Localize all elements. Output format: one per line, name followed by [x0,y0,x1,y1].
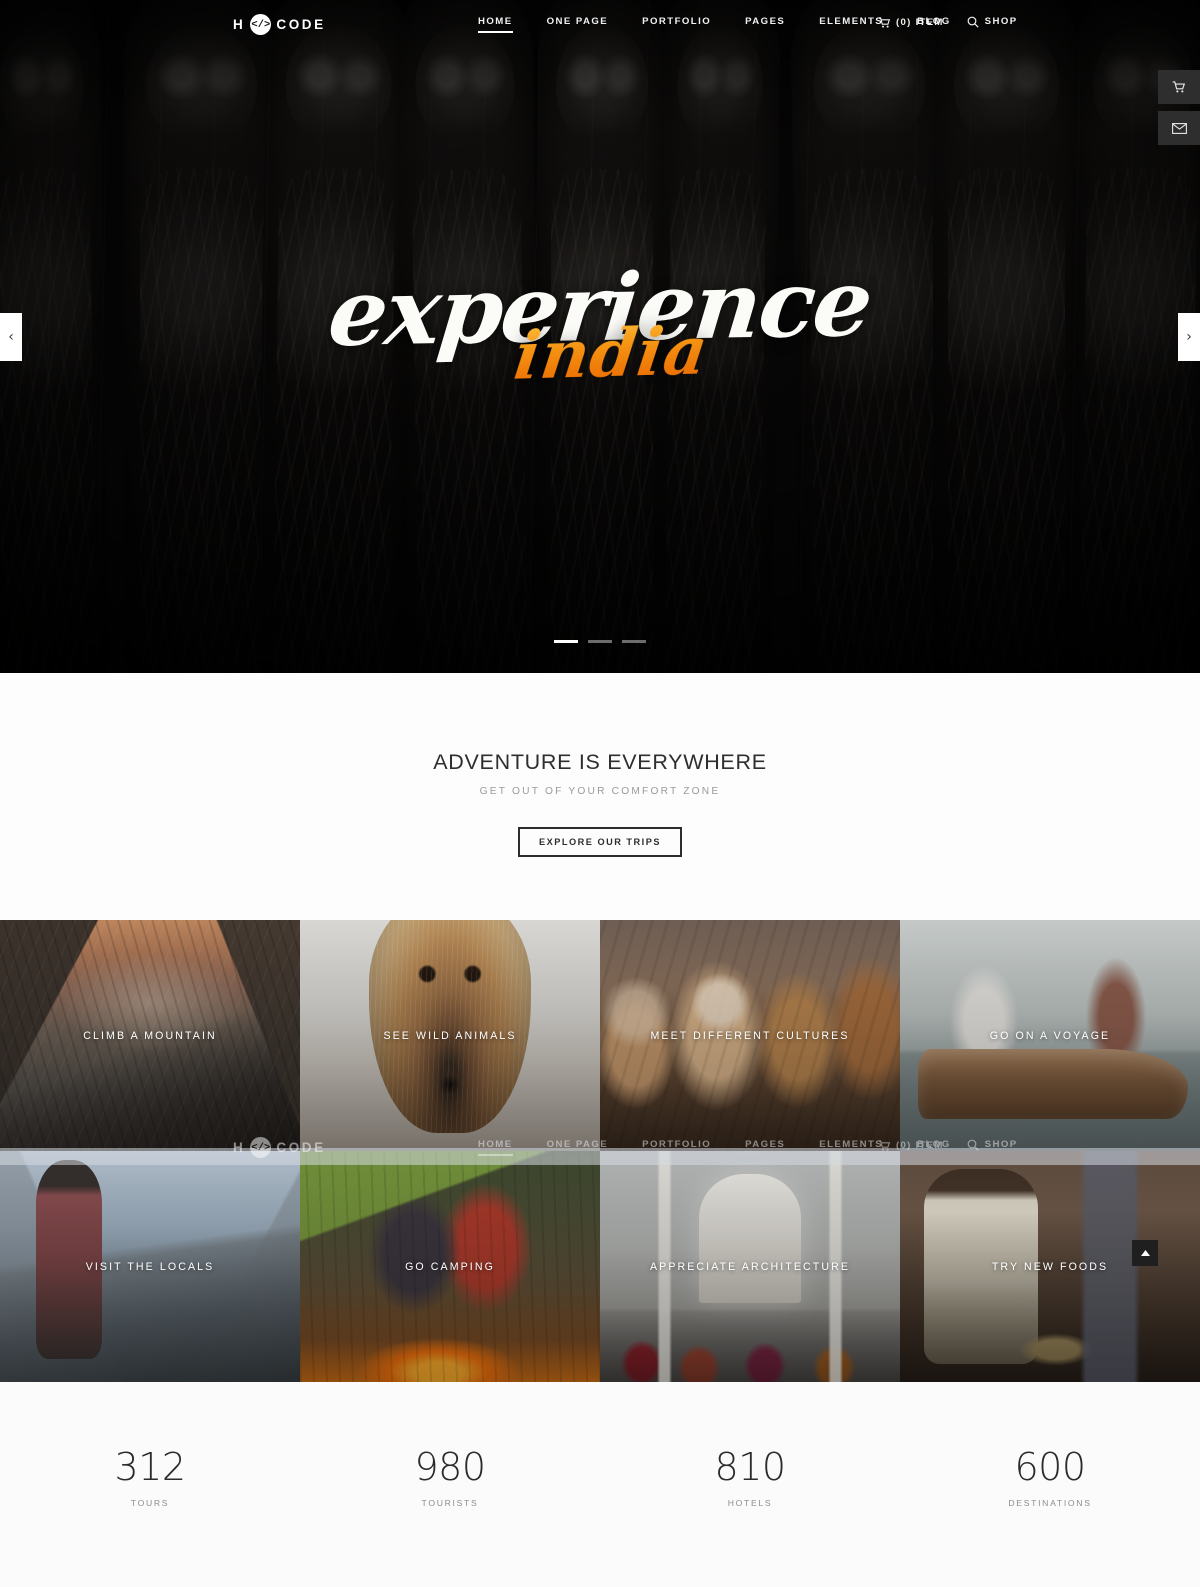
stat-tourists: 980 TOURISTS [300,1448,600,1508]
stat-label: HOTELS [727,1498,773,1508]
tile-appreciate-architecture[interactable]: APPRECIATE ARCHITECTURE [600,1151,900,1382]
nav-item-portfolio[interactable]: PORTFOLIO [642,16,711,33]
search-icon[interactable] [967,16,979,28]
logo-code-icon: </> [250,14,272,35]
carousel-next-arrow[interactable]: › [1178,313,1200,361]
floating-side-buttons [1158,70,1200,145]
tile-caption: GO CAMPING [405,1260,495,1273]
tile-caption: MEET DIFFERENT CULTURES [650,1029,850,1042]
stat-value: 312 [114,1445,186,1489]
nav-item-elements[interactable]: ELEMENTS [819,16,883,33]
carousel-dot-1[interactable] [554,640,578,643]
page-root: H </> CODE HOME ONE PAGE PORTFOLIO PAGES ELE… [0,0,1200,1587]
shopping-cart-icon [1172,81,1186,93]
stat-label: TOURISTS [421,1498,479,1508]
carousel-pagination [0,640,1200,643]
stat-value: 980 [414,1445,486,1489]
tile-try-new-foods[interactable]: TRY NEW FOODS [900,1151,1200,1382]
chevron-up-icon [1140,1249,1151,1257]
tile-climb-a-mountain[interactable]: CLIMB A MOUNTAIN [0,920,300,1151]
feature-tile-grid: CLIMB A MOUNTAIN SEE WILD ANIMALS MEET DIF… [0,920,1200,1382]
cart-count-label: (0) ITEM [896,16,944,28]
logo-suffix: CODE [276,17,326,32]
hero-title: experience india [0,249,1200,395]
envelope-icon [1171,122,1187,134]
cart-float-button[interactable] [1158,70,1200,104]
carousel-prev-arrow[interactable]: ‹ [0,313,22,361]
intro-subheading: GET OUT OF YOUR COMFORT ZONE [479,786,721,797]
intro-section: ADVENTURE IS EVERYWHERE GET OUT OF YOUR … [0,673,1200,920]
stat-destinations: 600 DESTINATIONS [900,1448,1200,1508]
carousel-dot-2[interactable] [588,640,612,643]
stat-label: TOURS [130,1498,170,1508]
scroll-to-top-button[interactable] [1132,1240,1158,1266]
tile-visit-the-locals[interactable]: VISIT THE LOCALS [0,1151,300,1382]
tile-go-on-a-voyage[interactable]: GO ON A VOYAGE [900,920,1200,1151]
tile-go-camping[interactable]: GO CAMPING [300,1151,600,1382]
stat-value: 600 [1014,1445,1086,1489]
cart-button[interactable]: (0) ITEM [878,17,944,28]
tile-caption: APPRECIATE ARCHITECTURE [650,1260,850,1273]
tile-caption: CLIMB A MOUNTAIN [83,1029,217,1042]
stats-counters: 312 TOURS 980 TOURISTS 810 HOTELS 600 DESTINATI… [0,1382,1200,1587]
shopping-cart-icon [878,16,891,28]
tile-caption: VISIT THE LOCALS [85,1260,215,1273]
tile-meet-different-cultures[interactable]: MEET DIFFERENT CULTURES [600,920,900,1151]
hero-title-wrap: experience india [324,249,876,395]
carousel-dot-3[interactable] [622,640,646,643]
tile-caption: GO ON A VOYAGE [989,1029,1111,1042]
site-logo[interactable]: H </> CODE [233,14,326,35]
nav-item-home[interactable]: HOME [478,16,513,33]
tile-see-wild-animals[interactable]: SEE WILD ANIMALS [300,920,600,1151]
nav-item-shop[interactable]: SHOP [985,16,1018,33]
nav-item-pages[interactable]: PAGES [745,16,785,33]
stat-label: DESTINATIONS [1008,1498,1092,1508]
nav-item-one-page[interactable]: ONE PAGE [547,16,609,33]
stat-tours: 312 TOURS [0,1448,300,1508]
main-navigation: H </> CODE HOME ONE PAGE PORTFOLIO PAGES ELE… [0,0,1200,47]
stat-value: 810 [714,1445,786,1489]
mail-float-button[interactable] [1158,111,1200,145]
logo-prefix: H [233,17,246,32]
hero-slider: H </> CODE HOME ONE PAGE PORTFOLIO PAGES ELE… [0,0,1200,673]
nav-right-group: (0) ITEM [878,16,979,28]
tile-caption: SEE WILD ANIMALS [383,1029,517,1042]
explore-trips-button[interactable]: EXPLORE OUR TRIPS [518,827,682,857]
hero-title-accent: india [510,311,714,395]
intro-heading: ADVENTURE IS EVERYWHERE [433,750,767,774]
stat-hotels: 810 HOTELS [600,1448,900,1508]
